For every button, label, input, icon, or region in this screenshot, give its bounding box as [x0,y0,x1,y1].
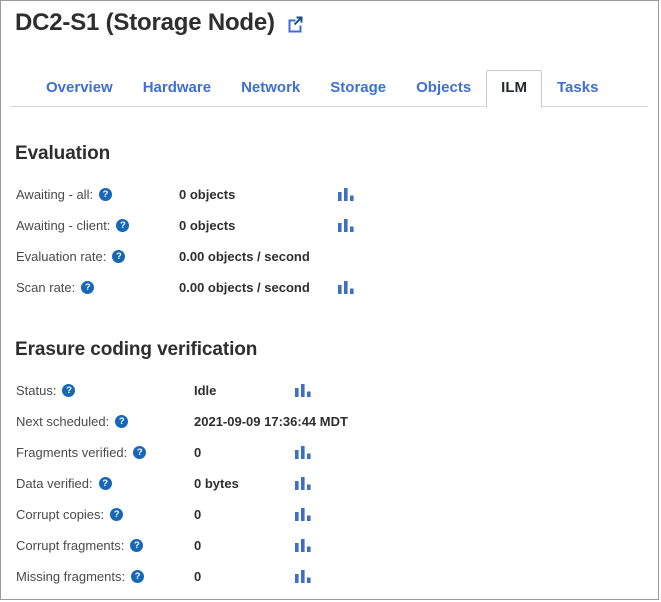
help-icon[interactable]: ? [130,539,143,552]
row-scan-rate: Scan rate: ? 0.00 objects / second [1,272,658,303]
section-erasure-coding-verification: Erasure coding verification Status: ? Id… [1,339,658,592]
row-missing-fragments: Missing fragments: ? 0 [1,561,658,592]
section-title-erasure: Erasure coding verification [15,339,658,361]
row-value: 0.00 objects / second [179,249,310,264]
row-label: Next scheduled: ? [16,414,128,429]
row-awaiting-client: Awaiting - client: ? 0 objects [1,210,658,241]
row-label-text: Corrupt copies: [16,507,104,522]
help-icon[interactable]: ? [133,446,146,459]
bar-chart-icon[interactable] [294,476,312,492]
row-label-text: Scan rate: [16,280,75,295]
external-link-icon[interactable] [286,14,305,33]
row-corrupt-copies: Corrupt copies: ? 0 [1,499,658,530]
erasure-rows: Status: ? Idle Nex [1,375,658,592]
tab-hardware[interactable]: Hardware [128,71,226,107]
row-label: Fragments verified: ? [16,445,146,460]
row-label: Awaiting - client: ? [16,218,129,233]
tab-storage[interactable]: Storage [315,71,401,107]
tab-tasks[interactable]: Tasks [542,71,613,107]
row-value: 0 [194,507,201,522]
row-label-text: Next scheduled: [16,414,109,429]
row-value: 0 [194,538,201,553]
row-label: Evaluation rate: ? [16,249,125,264]
row-label-text: Missing fragments: [16,569,125,584]
row-label: Missing fragments: ? [16,569,144,584]
bar-chart-icon[interactable] [337,187,355,203]
help-icon[interactable]: ? [110,508,123,521]
row-corrupt-fragments: Corrupt fragments: ? 0 [1,530,658,561]
row-value: 0 objects [179,187,235,202]
row-label-text: Corrupt fragments: [16,538,124,553]
row-label: Data verified: ? [16,476,112,491]
help-icon[interactable]: ? [99,188,112,201]
help-icon[interactable]: ? [62,384,75,397]
bar-chart-icon[interactable] [294,538,312,554]
row-value: 2021-09-09 17:36:44 MDT [194,414,348,429]
row-label-text: Evaluation rate: [16,249,106,264]
row-value: 0 bytes [194,476,239,491]
row-status: Status: ? Idle [1,375,658,406]
row-label-text: Data verified: [16,476,93,491]
bar-chart-icon[interactable] [294,445,312,461]
help-icon[interactable]: ? [131,570,144,583]
row-data-verified: Data verified: ? 0 bytes [1,468,658,499]
row-label-text: Status: [16,383,56,398]
node-details-panel: DC2-S1 (Storage Node) Overview Hardware … [0,0,659,600]
bar-chart-icon[interactable] [294,569,312,585]
help-icon[interactable]: ? [99,477,112,490]
bar-chart-icon[interactable] [337,218,355,234]
row-value: 0 [194,445,201,460]
help-icon[interactable]: ? [115,415,128,428]
row-next-scheduled: Next scheduled: ? 2021-09-09 17:36:44 MD… [1,406,658,437]
row-label-text: Awaiting - all: [16,187,93,202]
row-awaiting-all: Awaiting - all: ? 0 objects [1,179,658,210]
page-title-row: DC2-S1 (Storage Node) [15,9,305,37]
bar-chart-icon[interactable] [337,280,355,296]
row-value: 0 objects [179,218,235,233]
row-value: 0 [194,569,201,584]
tab-network[interactable]: Network [226,71,315,107]
row-label: Status: ? [16,383,75,398]
section-evaluation: Evaluation Awaiting - all: ? 0 objects [1,143,658,303]
row-value: Idle [194,383,216,398]
row-fragments-verified: Fragments verified: ? 0 [1,437,658,468]
bar-chart-icon[interactable] [294,383,312,399]
row-value: 0.00 objects / second [179,280,310,295]
row-label: Awaiting - all: ? [16,187,112,202]
row-label: Corrupt fragments: ? [16,538,143,553]
tab-bar: Overview Hardware Network Storage Object… [1,69,658,107]
tab-overview[interactable]: Overview [31,71,128,107]
row-label-text: Fragments verified: [16,445,127,460]
section-title-evaluation: Evaluation [15,143,658,165]
row-label: Corrupt copies: ? [16,507,123,522]
help-icon[interactable]: ? [112,250,125,263]
help-icon[interactable]: ? [116,219,129,232]
help-icon[interactable]: ? [81,281,94,294]
row-evaluation-rate: Evaluation rate: ? 0.00 objects / second [1,241,658,272]
bar-chart-icon[interactable] [294,507,312,523]
row-label: Scan rate: ? [16,280,94,295]
tab-objects[interactable]: Objects [401,71,486,107]
row-label-text: Awaiting - client: [16,218,110,233]
page-title: DC2-S1 (Storage Node) [15,9,275,37]
tab-ilm[interactable]: ILM [486,70,542,108]
tab-list: Overview Hardware Network Storage Object… [31,69,613,107]
evaluation-rows: Awaiting - all: ? 0 objects [1,179,658,303]
